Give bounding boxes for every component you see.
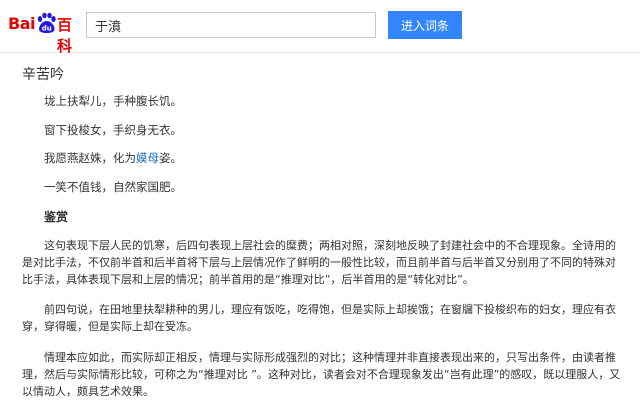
- search-input[interactable]: [86, 12, 376, 38]
- paw-icon: du: [37, 12, 56, 33]
- logo-text-bai: Bai: [8, 14, 35, 33]
- mumu-link[interactable]: 嫫母: [136, 151, 159, 165]
- poem-line: 我愿燕赵姝，化为嫫母姿。: [44, 150, 182, 166]
- baidu-baike-logo[interactable]: Bai du 百科: [8, 10, 86, 55]
- poem-line: 一笑不值钱，自然家国肥。: [44, 180, 182, 194]
- appreciation-paragraph: 前四句说，在田地里扶犁耕种的男儿，理应有饭吃，吃得饱，但是实际上却挨饿；在窗牖下…: [22, 303, 616, 333]
- logo-text-du: du: [42, 25, 52, 33]
- appreciation-paragraph: 这句表现下层人民的饥寒，后四句表现上层社会的糜费；两相对照，深刻地反映了封建社会…: [22, 239, 616, 286]
- poem-line-part: 姿。: [159, 151, 182, 165]
- main-content: 辛苦吟 垅上扶犁儿，手种腹长饥。 窗下投梭女，手织身无衣。 我愿燕赵姝，化为嫫母…: [0, 53, 640, 407]
- logo-text-baike: 百科: [57, 16, 73, 55]
- poem-line: 窗下投梭女，手织身无衣。: [44, 123, 182, 137]
- appreciation-paragraph: 情理本应如此，而实际却正相反，情理与实际形成强烈的对比；这种情理并非直接表现出来…: [22, 351, 621, 398]
- poem-line-part: 我愿燕赵姝，化为: [44, 151, 136, 165]
- top-header: Bai du 百科 进入词条: [0, 0, 640, 55]
- poem-title: 辛苦吟: [22, 67, 64, 83]
- poem-line: 垅上扶犁儿，手种腹长饥。: [44, 94, 182, 108]
- appreciation-heading: 鉴赏: [44, 210, 69, 224]
- enter-entry-button[interactable]: 进入词条: [388, 11, 462, 39]
